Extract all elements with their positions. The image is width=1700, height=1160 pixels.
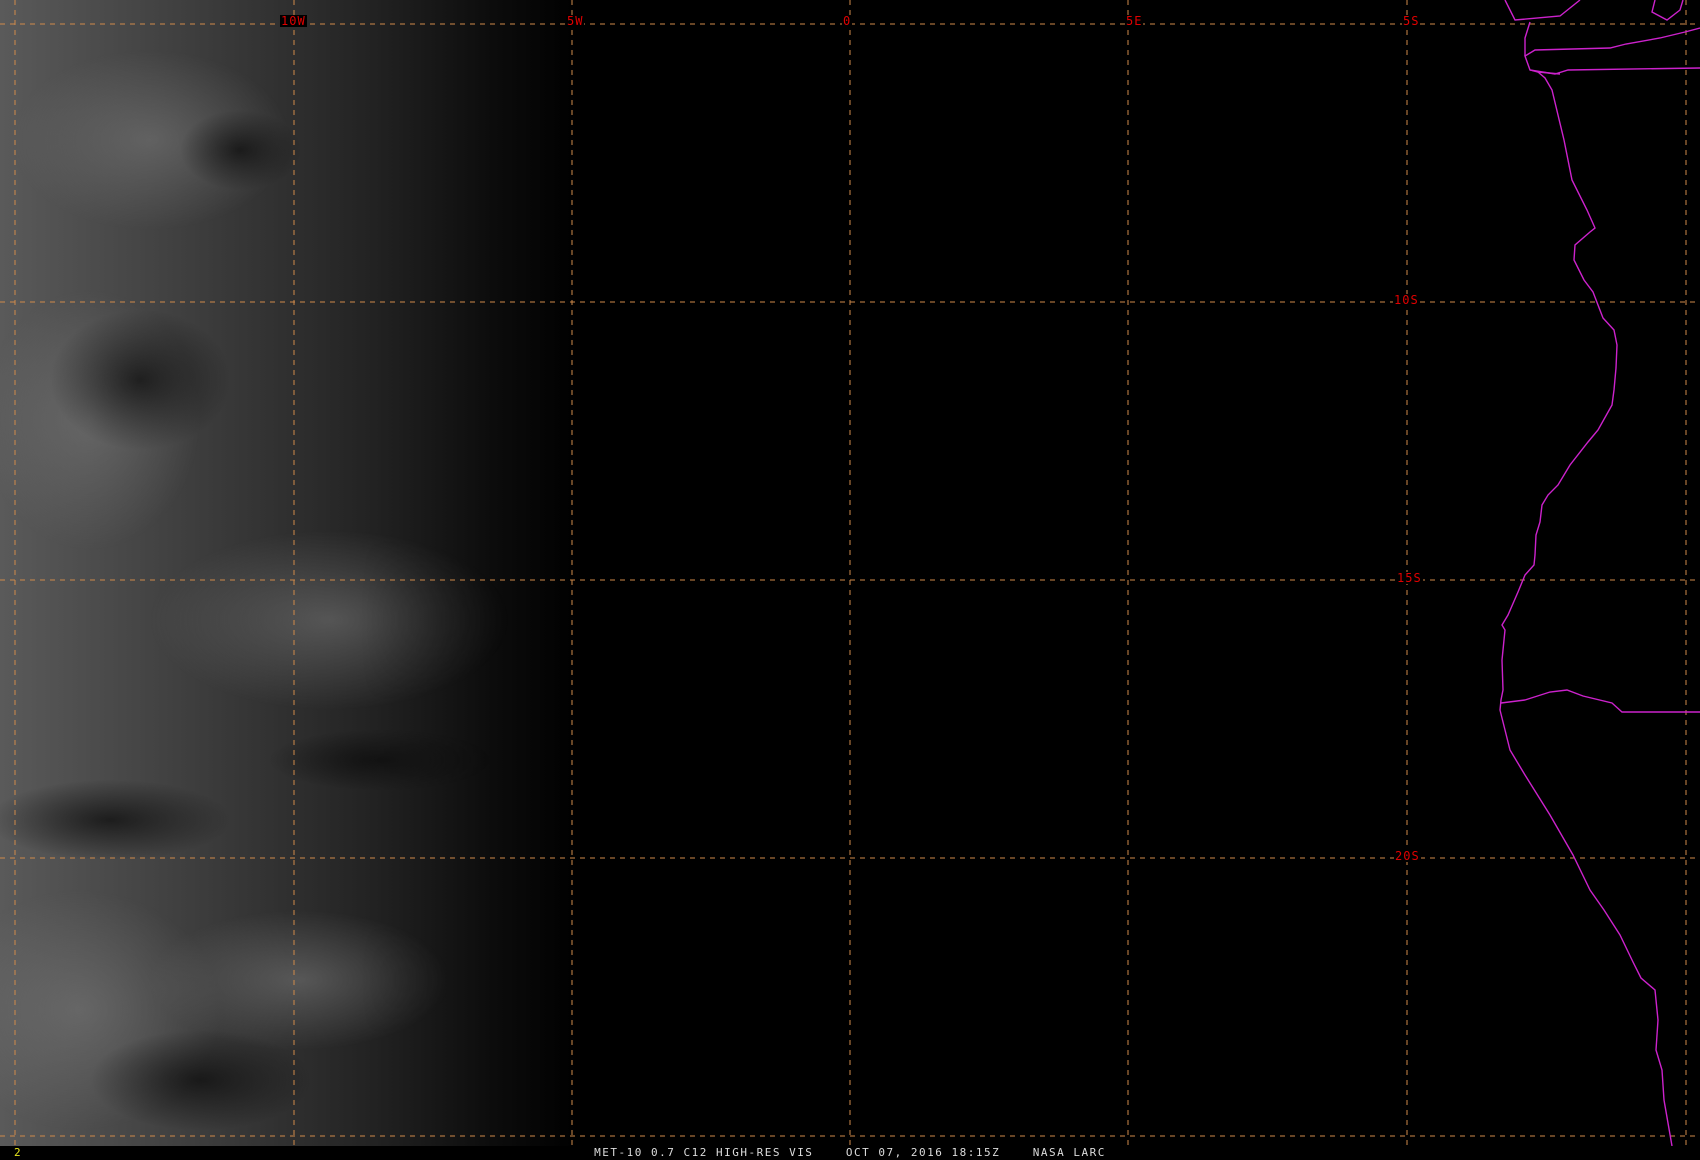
satellite-viewport: 10W 5W 0 5E 5S 10S 15S 20S 2 MET-10 0.7 … <box>0 0 1700 1160</box>
lon-label-5e: 5E <box>1125 14 1144 28</box>
lat-label-5s: 5S <box>1402 14 1421 28</box>
lon-label-0: 0 <box>842 14 853 28</box>
lat-label-20s: 20S <box>1394 849 1421 863</box>
lon-label-5w: 5W <box>566 14 585 28</box>
status-bar: 2 MET-10 0.7 C12 HIGH-RES VIS OCT 07, 20… <box>0 1146 1700 1160</box>
satellite-image <box>0 0 1700 1146</box>
image-caption: MET-10 0.7 C12 HIGH-RES VIS OCT 07, 2016… <box>594 1146 1106 1159</box>
lat-label-15s: 15S <box>1396 571 1423 585</box>
lon-label-10w: 10W <box>280 14 307 28</box>
lat-label-10s: 10S <box>1393 293 1420 307</box>
